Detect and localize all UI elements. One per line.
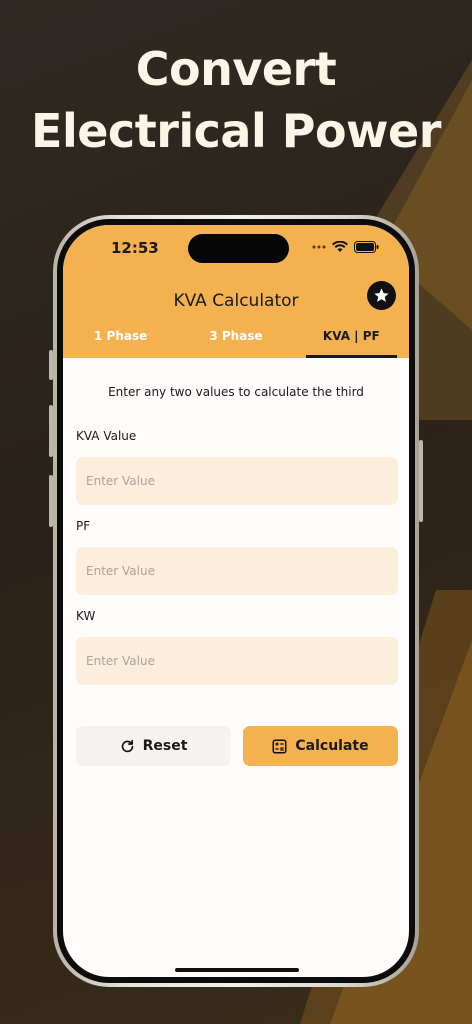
reset-button[interactable]: Reset bbox=[76, 726, 231, 766]
favorite-button[interactable] bbox=[367, 281, 396, 310]
kw-label: KW bbox=[76, 609, 96, 623]
signal-icon bbox=[312, 245, 326, 249]
tab-1-phase[interactable]: 1 Phase bbox=[63, 326, 178, 358]
kva-value-label: KVA Value bbox=[76, 429, 137, 443]
status-bar: 12:53 bbox=[63, 234, 409, 263]
tab-3-phase[interactable]: 3 Phase bbox=[178, 326, 293, 358]
battery-icon bbox=[354, 241, 379, 253]
wifi-icon bbox=[332, 241, 348, 252]
dynamic-island bbox=[188, 234, 289, 263]
refresh-icon bbox=[121, 739, 133, 752]
pf-input[interactable] bbox=[76, 547, 398, 595]
home-indicator bbox=[175, 968, 299, 972]
promo-line-1: Convert bbox=[135, 42, 337, 96]
status-time: 12:53 bbox=[111, 239, 159, 257]
phone-power-button bbox=[419, 440, 423, 522]
promo-line-2: Electrical Power bbox=[31, 104, 441, 158]
instruction-text: Enter any two values to calculate the th… bbox=[108, 385, 364, 399]
app-screen: 12:53 KVA Calculator 1 Phase 3 Phase KVA… bbox=[63, 225, 409, 977]
pf-label: PF bbox=[76, 519, 91, 533]
promo-headline: Convert Electrical Power bbox=[0, 38, 472, 162]
calculate-label: Calculate bbox=[295, 738, 369, 754]
tab-bar: 1 Phase 3 Phase KVA | PF bbox=[63, 326, 409, 358]
kw-input[interactable] bbox=[76, 637, 398, 685]
reset-label: Reset bbox=[142, 738, 188, 754]
phone-frame: 12:53 KVA Calculator 1 Phase 3 Phase KVA… bbox=[53, 215, 419, 987]
tab-kva-pf[interactable]: KVA | PF bbox=[294, 326, 409, 358]
page-title: KVA Calculator bbox=[173, 291, 299, 311]
calculate-button[interactable]: Calculate bbox=[243, 726, 398, 766]
star-icon bbox=[374, 288, 389, 302]
kva-value-input[interactable] bbox=[76, 457, 398, 505]
calculator-icon bbox=[272, 739, 287, 753]
app-header: 12:53 KVA Calculator 1 Phase 3 Phase KVA… bbox=[63, 225, 409, 358]
